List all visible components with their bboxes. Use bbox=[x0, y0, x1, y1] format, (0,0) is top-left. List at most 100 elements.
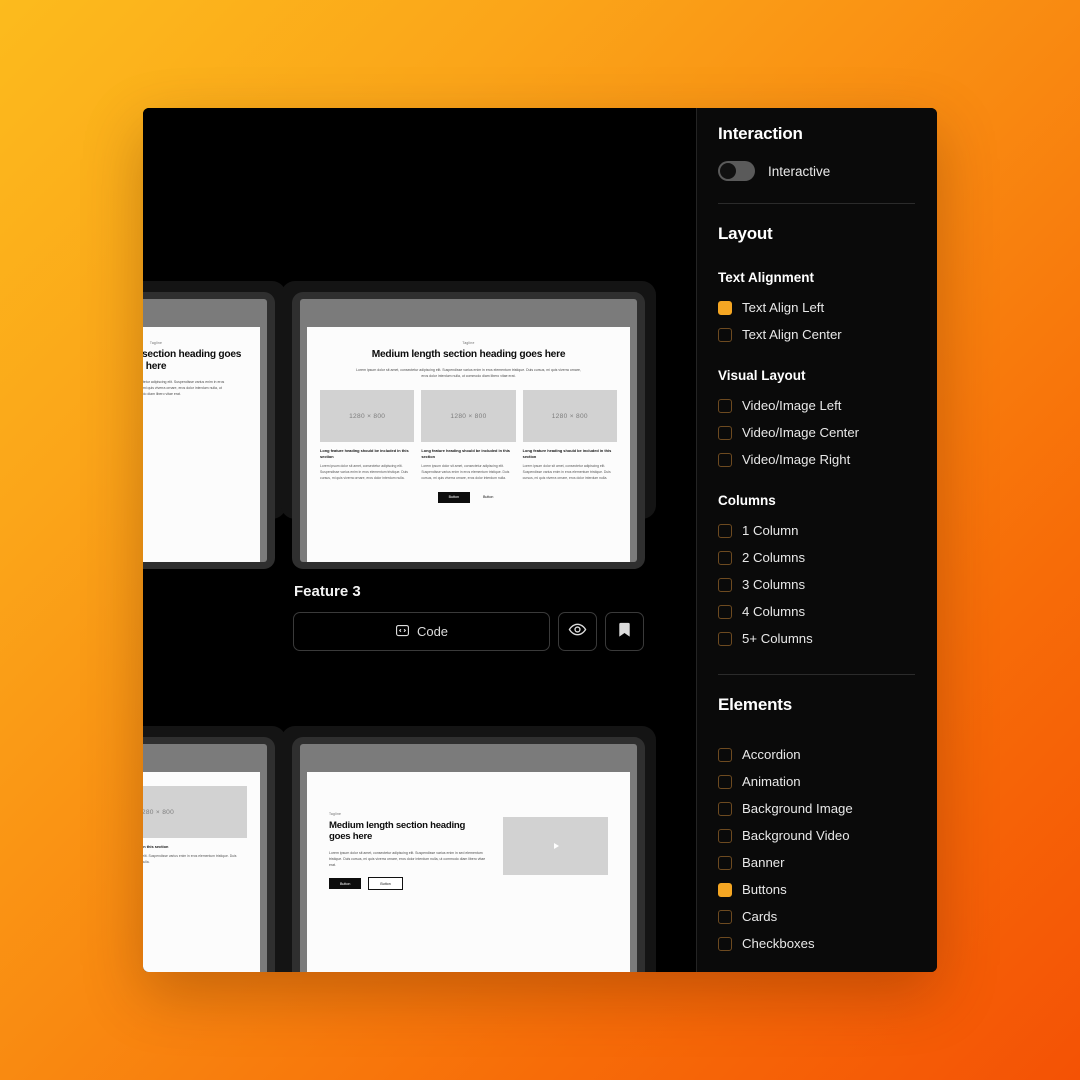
device-screen: 1280 × 800 Long feature heading should b… bbox=[143, 744, 267, 972]
bookmark-icon bbox=[616, 621, 633, 643]
checkbox[interactable] bbox=[718, 936, 732, 951]
wireframe-column-body: Lorem ipsum dolor sit amet, consectetur … bbox=[143, 853, 237, 864]
preview-page: 1280 × 800 Long feature heading should b… bbox=[143, 772, 260, 972]
option-label: Video/Image Center bbox=[742, 425, 860, 440]
panel-scroll-area[interactable]: Interaction Interactive Layout Text Alig… bbox=[718, 124, 915, 972]
wireframe-column-heading: Long feature heading should be included … bbox=[320, 448, 409, 460]
wireframe-tagline: Tagline bbox=[329, 812, 342, 816]
gallery-card-partial-bottom[interactable]: 1280 × 800 Long feature heading should b… bbox=[143, 726, 286, 972]
gallery-card-partial-top[interactable]: Tagline Medium length section heading go… bbox=[143, 281, 286, 569]
checkbox[interactable] bbox=[718, 909, 732, 924]
option-label: Background Image bbox=[742, 801, 853, 816]
gallery-card-feature-3[interactable]: Tagline Medium length section heading go… bbox=[281, 281, 656, 651]
option-background-image[interactable]: Background Image bbox=[718, 795, 915, 822]
wireframe-video-placeholder bbox=[503, 817, 608, 875]
code-button[interactable]: Code bbox=[293, 612, 550, 651]
wireframe-image-placeholder: 1280 × 800 bbox=[522, 390, 617, 443]
option-2-columns[interactable]: 2 Columns bbox=[718, 544, 915, 571]
preview-page: Tagline Medium length section heading go… bbox=[307, 327, 630, 562]
checkbox[interactable] bbox=[718, 398, 732, 413]
option-label: 2 Columns bbox=[742, 550, 806, 565]
option-video-image-right[interactable]: Video/Image Right bbox=[718, 446, 915, 473]
option-checkboxes[interactable]: Checkboxes bbox=[718, 930, 915, 957]
option-animation[interactable]: Animation bbox=[718, 768, 915, 795]
option-3-columns[interactable]: 3 Columns bbox=[718, 571, 915, 598]
wireframe-three-column: Tagline Medium length section heading go… bbox=[307, 327, 630, 503]
wireframe-secondary-button[interactable]: Button bbox=[477, 492, 499, 503]
checkbox[interactable] bbox=[718, 631, 732, 646]
toggle-knob bbox=[720, 163, 736, 179]
wireframe-three-column: 1280 × 800 Long feature heading should b… bbox=[143, 772, 260, 866]
checkbox[interactable] bbox=[718, 747, 732, 762]
option-video-image-left[interactable]: Video/Image Left bbox=[718, 392, 915, 419]
wireframe-heading: Medium length section heading goes here bbox=[143, 349, 242, 373]
device-frame: Tagline Medium length section heading go… bbox=[292, 292, 645, 569]
checkbox[interactable] bbox=[718, 774, 732, 789]
gallery-card-split-video[interactable]: Tagline Medium length section heading go… bbox=[281, 726, 656, 972]
wireframe-three-column: Tagline Medium length section heading go… bbox=[143, 327, 260, 397]
checkbox[interactable] bbox=[718, 882, 732, 897]
option-1-column[interactable]: 1 Column bbox=[718, 517, 915, 544]
wireframe-column-heading: Long feature heading should be included … bbox=[421, 448, 510, 460]
wireframe-body: Lorem ipsum dolor sit amet, consectetur … bbox=[143, 380, 225, 397]
wireframe-column: 1280 × 800 Long feature heading should b… bbox=[143, 786, 247, 866]
checkbox[interactable] bbox=[718, 604, 732, 619]
wireframe-primary-button[interactable]: Button bbox=[329, 878, 362, 889]
wireframe-image-placeholder: 1280 × 800 bbox=[320, 390, 415, 443]
group-title: Columns bbox=[718, 493, 776, 508]
section-divider bbox=[718, 674, 915, 675]
app-window: Tagline Medium length section heading go… bbox=[143, 108, 937, 972]
checkbox[interactable] bbox=[718, 577, 732, 592]
option-label: Animation bbox=[742, 774, 801, 789]
wireframe-heading: Medium length section heading goes here bbox=[371, 349, 566, 360]
option-label: 5+ Columns bbox=[742, 631, 813, 646]
device-screen: Tagline Medium length section heading go… bbox=[300, 744, 637, 972]
checkbox[interactable] bbox=[718, 523, 732, 538]
option-text-align-center[interactable]: Text Align Center bbox=[718, 321, 915, 348]
preview-page: Tagline Medium length section heading go… bbox=[143, 327, 260, 562]
wireframe-column: 1280 × 800 Long feature heading should b… bbox=[320, 390, 415, 482]
option-label: 3 Columns bbox=[742, 577, 806, 592]
interactive-toggle[interactable] bbox=[718, 161, 755, 181]
wireframe-split-video: Tagline Medium length section heading go… bbox=[307, 772, 630, 890]
bookmark-button[interactable] bbox=[605, 612, 644, 651]
group-title: Text Alignment bbox=[718, 270, 815, 285]
checkbox[interactable] bbox=[718, 425, 732, 440]
wireframe-body: Lorem ipsum dolor sit amet, consectetur … bbox=[356, 368, 581, 379]
wireframe-column-heading: Long feature heading should be included … bbox=[522, 448, 612, 460]
wireframe-primary-button[interactable]: Button bbox=[437, 491, 470, 503]
option-cards[interactable]: Cards bbox=[718, 903, 915, 930]
device-screen: Tagline Medium length section heading go… bbox=[300, 299, 637, 562]
checkbox[interactable] bbox=[718, 550, 732, 565]
checkbox[interactable] bbox=[718, 300, 732, 315]
play-icon bbox=[554, 843, 559, 849]
wireframe-secondary-button[interactable]: Button bbox=[368, 877, 403, 890]
device-frame: Tagline Medium length section heading go… bbox=[143, 292, 275, 569]
device-frame: Tagline Medium length section heading go… bbox=[292, 737, 645, 972]
template-gallery[interactable]: Tagline Medium length section heading go… bbox=[143, 108, 696, 972]
option-label: Background Video bbox=[742, 828, 850, 843]
option-background-video[interactable]: Background Video bbox=[718, 822, 915, 849]
device-screen: Tagline Medium length section heading go… bbox=[143, 299, 267, 562]
option-5-plus-columns[interactable]: 5+ Columns bbox=[718, 625, 915, 652]
interactive-toggle-row[interactable]: Interactive bbox=[718, 161, 915, 181]
option-buttons[interactable]: Buttons bbox=[718, 876, 915, 903]
checkbox[interactable] bbox=[718, 855, 732, 870]
option-banner[interactable]: Banner bbox=[718, 849, 915, 876]
option-accordion[interactable]: Accordion bbox=[718, 741, 915, 768]
option-label: Checkboxes bbox=[742, 936, 815, 951]
layout-section-title: Layout bbox=[718, 224, 773, 243]
interactive-toggle-label: Interactive bbox=[768, 163, 831, 179]
checkbox[interactable] bbox=[718, 801, 732, 816]
checkbox[interactable] bbox=[718, 828, 732, 843]
option-video-image-center[interactable]: Video/Image Center bbox=[718, 419, 915, 446]
group-visual-layout: Visual Layout Video/Image Left Video/Ima… bbox=[718, 368, 915, 473]
wireframe-tagline: Tagline bbox=[462, 341, 475, 345]
preview-button[interactable] bbox=[558, 612, 597, 651]
option-label: Cards bbox=[742, 909, 778, 924]
option-4-columns[interactable]: 4 Columns bbox=[718, 598, 915, 625]
checkbox[interactable] bbox=[718, 327, 732, 342]
checkbox[interactable] bbox=[718, 452, 732, 467]
wireframe-column-heading: Long feature heading should be included … bbox=[143, 844, 169, 849]
option-text-align-left[interactable]: Text Align Left bbox=[718, 294, 915, 321]
